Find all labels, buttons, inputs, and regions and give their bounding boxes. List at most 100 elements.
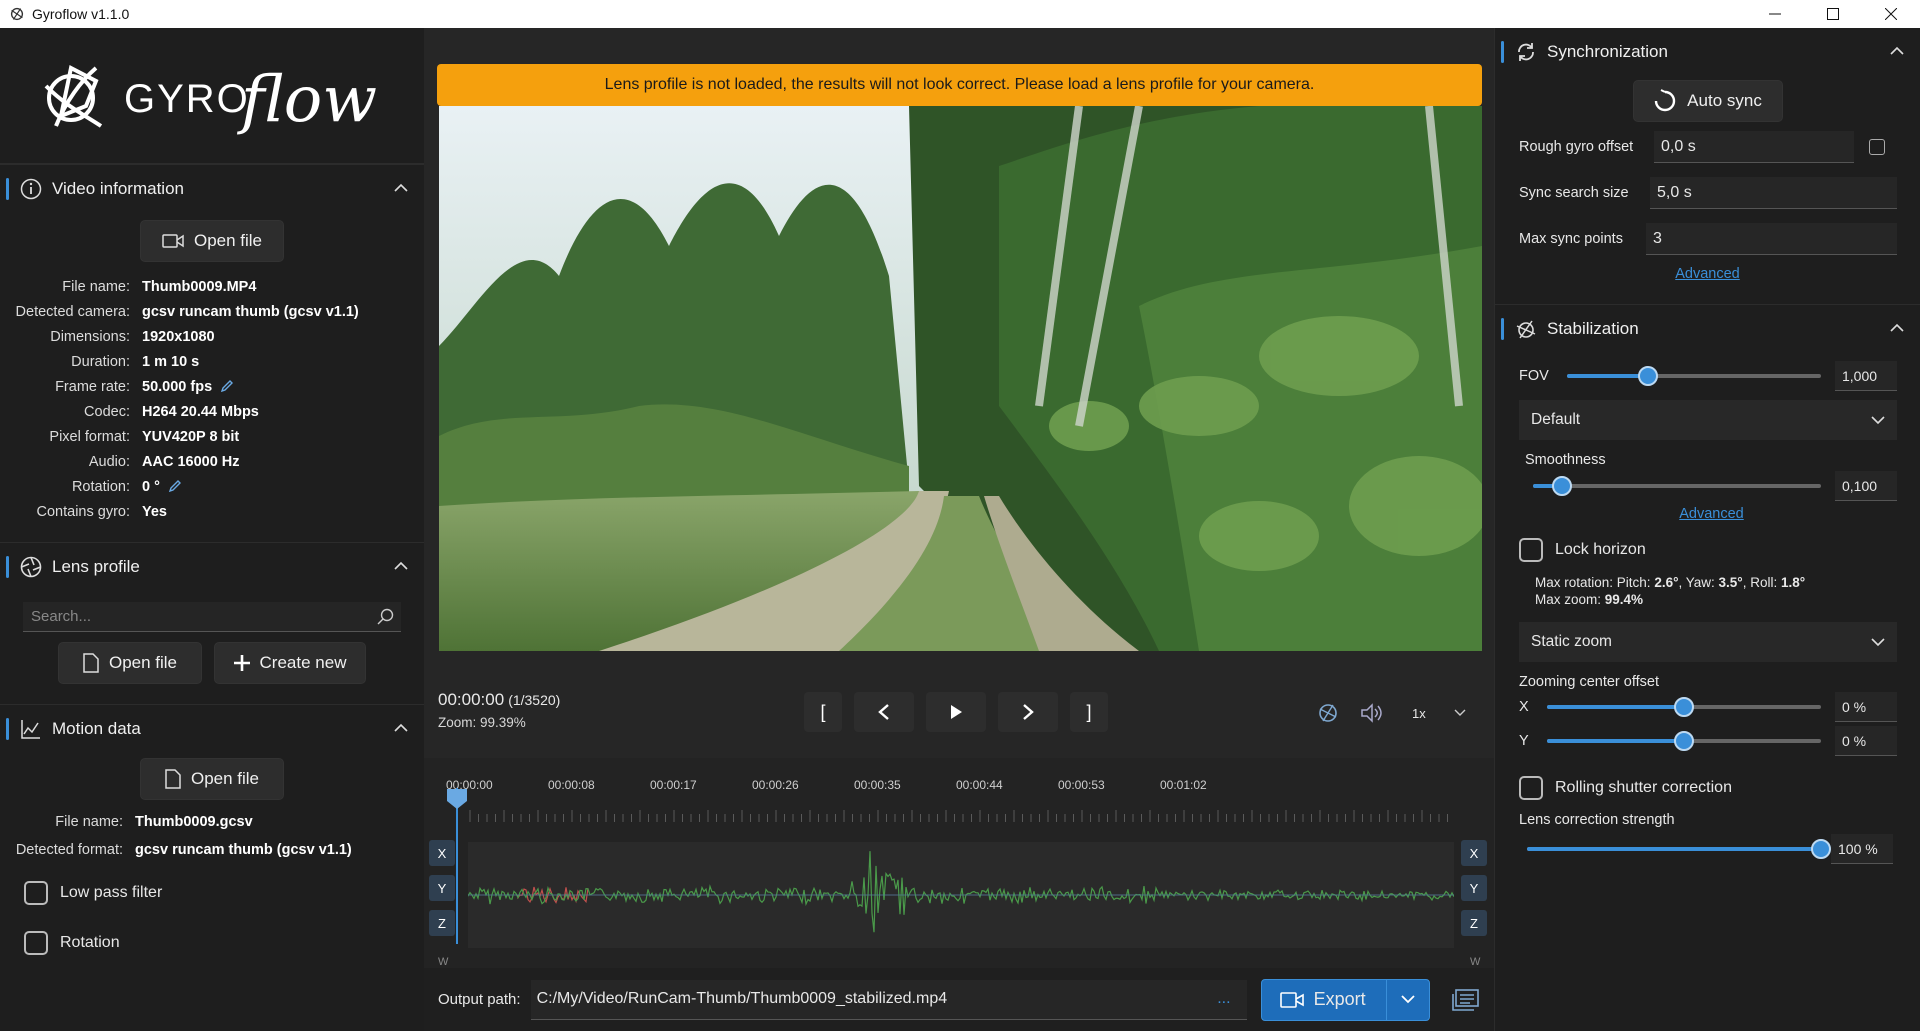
rotation-checkbox[interactable]	[24, 931, 48, 955]
stabilization-header[interactable]: Stabilization	[1495, 304, 1920, 352]
zoom-level: Zoom: 99.39%	[438, 715, 526, 730]
video-info-key: Audio:	[88, 453, 130, 470]
playback-speed-select[interactable]: 1x	[1404, 698, 1474, 728]
video-info-value: H264 20.44 Mbps	[142, 404, 259, 420]
timeline[interactable]: 00:00:00 00:00:08 00:00:17 00:00:26 00:00:35…	[424, 758, 1494, 973]
fov-slider-handle[interactable]	[1638, 366, 1659, 386]
lens-profile-header[interactable]: Lens profile	[0, 542, 424, 590]
auto-sync-button[interactable]: Auto sync	[1632, 80, 1783, 122]
browse-output-button[interactable]: ...	[1217, 990, 1230, 1008]
axis-y-toggle-right[interactable]: Y	[1461, 875, 1487, 901]
output-path-input[interactable]: C:/My/Video/RunCam-Thumb/Thumb0009_stabi…	[530, 979, 1247, 1020]
smoothing-method-value: Default	[1531, 411, 1581, 428]
video-info-row: Contains gyro: Yes	[0, 499, 424, 524]
output-path-value: C:/My/Video/RunCam-Thumb/Thumb0009_stabi…	[536, 990, 948, 1007]
lens-strength-handle[interactable]	[1811, 839, 1831, 859]
previous-frame-button[interactable]	[854, 692, 914, 732]
stabilization-toggle-icon[interactable]	[1316, 701, 1340, 725]
chevron-right-icon	[1023, 704, 1034, 720]
video-open-file-button[interactable]: Open file	[140, 220, 284, 262]
zoom-center-x-handle[interactable]	[1674, 697, 1694, 717]
zoom-center-y-input[interactable]: 0 %	[1835, 726, 1897, 756]
maximize-button[interactable]	[1804, 0, 1862, 28]
zoom-center-x-input[interactable]: 0 %	[1835, 692, 1897, 722]
smoothness-label: Smoothness	[1525, 452, 1606, 468]
axis-z-toggle-left[interactable]: Z	[429, 910, 455, 936]
video-info-key: Frame rate:	[55, 378, 130, 395]
rough-offset-input[interactable]: 0,0 s	[1654, 131, 1854, 163]
minimize-button[interactable]	[1746, 0, 1804, 28]
sync-advanced-link[interactable]: Advanced	[1495, 266, 1920, 282]
sync-search-input[interactable]: 5,0 s	[1650, 177, 1897, 209]
zoom-mode-select[interactable]: Static zoom	[1519, 622, 1897, 662]
sync-search-value: 5,0 s	[1657, 183, 1692, 201]
playhead-handle[interactable]	[446, 788, 468, 810]
rotation-row[interactable]: Rotation	[0, 918, 424, 968]
center-panel: Lens profile is not loaded, the results …	[424, 28, 1494, 1031]
low-pass-checkbox[interactable]	[24, 881, 48, 905]
smoothing-method-select[interactable]: Default	[1519, 400, 1897, 440]
zoom-center-y-slider[interactable]	[1547, 731, 1821, 751]
volume-icon[interactable]	[1360, 702, 1384, 724]
rolling-shutter-row[interactable]: Rolling shutter correction	[1495, 764, 1920, 812]
fov-input[interactable]: 1,000	[1835, 361, 1897, 391]
lens-create-new-button[interactable]: Create new	[214, 642, 366, 684]
render-queue-icon[interactable]	[1451, 988, 1480, 1012]
smoothness-slider[interactable]	[1533, 476, 1821, 496]
play-button[interactable]	[926, 692, 986, 732]
motion-data-header[interactable]: Motion data	[0, 704, 424, 752]
edit-pencil-icon[interactable]	[168, 480, 181, 493]
lens-strength-slider[interactable]	[1527, 839, 1831, 859]
max-rotation-line: Max rotation: Pitch: 2.6°, Yaw: 3.5°, Ro…	[1535, 574, 1920, 591]
lens-search-input[interactable]: Search...	[23, 602, 401, 632]
timeline-time-label: 00:00:44	[956, 778, 1003, 792]
rolling-shutter-checkbox[interactable]	[1519, 776, 1543, 800]
forest-path-video-frame	[439, 106, 1482, 651]
lens-open-file-button[interactable]: Open file	[58, 642, 202, 684]
export-label: Export	[1313, 989, 1366, 1009]
motion-open-file-button[interactable]: Open file	[140, 758, 284, 800]
next-frame-button[interactable]	[998, 692, 1058, 732]
axis-x-toggle-left[interactable]: X	[429, 840, 455, 866]
low-pass-label: Low pass filter	[60, 884, 163, 901]
fov-slider[interactable]	[1567, 366, 1821, 386]
rough-offset-checkbox[interactable]	[1869, 139, 1885, 155]
max-sync-points-row: Max sync points 3	[1495, 216, 1920, 262]
lock-horizon-row[interactable]: Lock horizon	[1495, 526, 1920, 574]
chevron-up-icon[interactable]	[392, 179, 410, 197]
chevron-down-icon	[1400, 995, 1415, 1004]
video-info-value-text: AAC 16000 Hz	[142, 453, 240, 470]
gyro-waveform[interactable]	[467, 842, 1455, 948]
zoom-center-y-handle[interactable]	[1674, 731, 1694, 751]
playhead-line	[456, 788, 458, 944]
zoom-center-x-slider[interactable]	[1547, 697, 1821, 717]
close-button[interactable]	[1862, 0, 1920, 28]
lock-horizon-checkbox[interactable]	[1519, 538, 1543, 562]
file-icon	[83, 653, 99, 673]
chevron-up-icon[interactable]	[1888, 319, 1906, 337]
export-button[interactable]: Export	[1262, 979, 1387, 1020]
smoothness-slider-handle[interactable]	[1551, 476, 1572, 496]
axis-z-toggle-right[interactable]: Z	[1461, 910, 1487, 936]
axis-y-toggle-left[interactable]: Y	[429, 875, 455, 901]
set-out-point-button[interactable]: ]	[1070, 692, 1108, 732]
smoothness-input[interactable]: 0,100	[1835, 471, 1897, 501]
set-in-point-button[interactable]: [	[804, 692, 842, 732]
max-sync-points-input[interactable]: 3	[1646, 223, 1897, 255]
export-options-dropdown[interactable]	[1387, 995, 1429, 1004]
chevron-up-icon[interactable]	[392, 557, 410, 575]
max-roll-prefix: , Roll:	[1742, 575, 1781, 590]
sync-header[interactable]: Synchronization	[1495, 28, 1920, 76]
stabilization-title: Stabilization	[1547, 318, 1639, 338]
chevron-up-icon[interactable]	[1888, 42, 1906, 60]
lens-strength-input[interactable]: 100 %	[1831, 834, 1893, 864]
video-info-key: Detected camera:	[15, 303, 130, 320]
stabilization-advanced-link[interactable]: Advanced	[1495, 506, 1920, 522]
video-info-header[interactable]: Video information	[0, 164, 424, 212]
low-pass-filter-row[interactable]: Low pass filter	[0, 868, 424, 918]
edit-pencil-icon[interactable]	[220, 380, 234, 393]
chevron-up-icon[interactable]	[392, 719, 410, 737]
video-preview[interactable]	[439, 106, 1482, 651]
video-info-row: Detected camera: gcsv runcam thumb (gcsv …	[0, 299, 424, 324]
axis-x-toggle-right[interactable]: X	[1461, 840, 1487, 866]
